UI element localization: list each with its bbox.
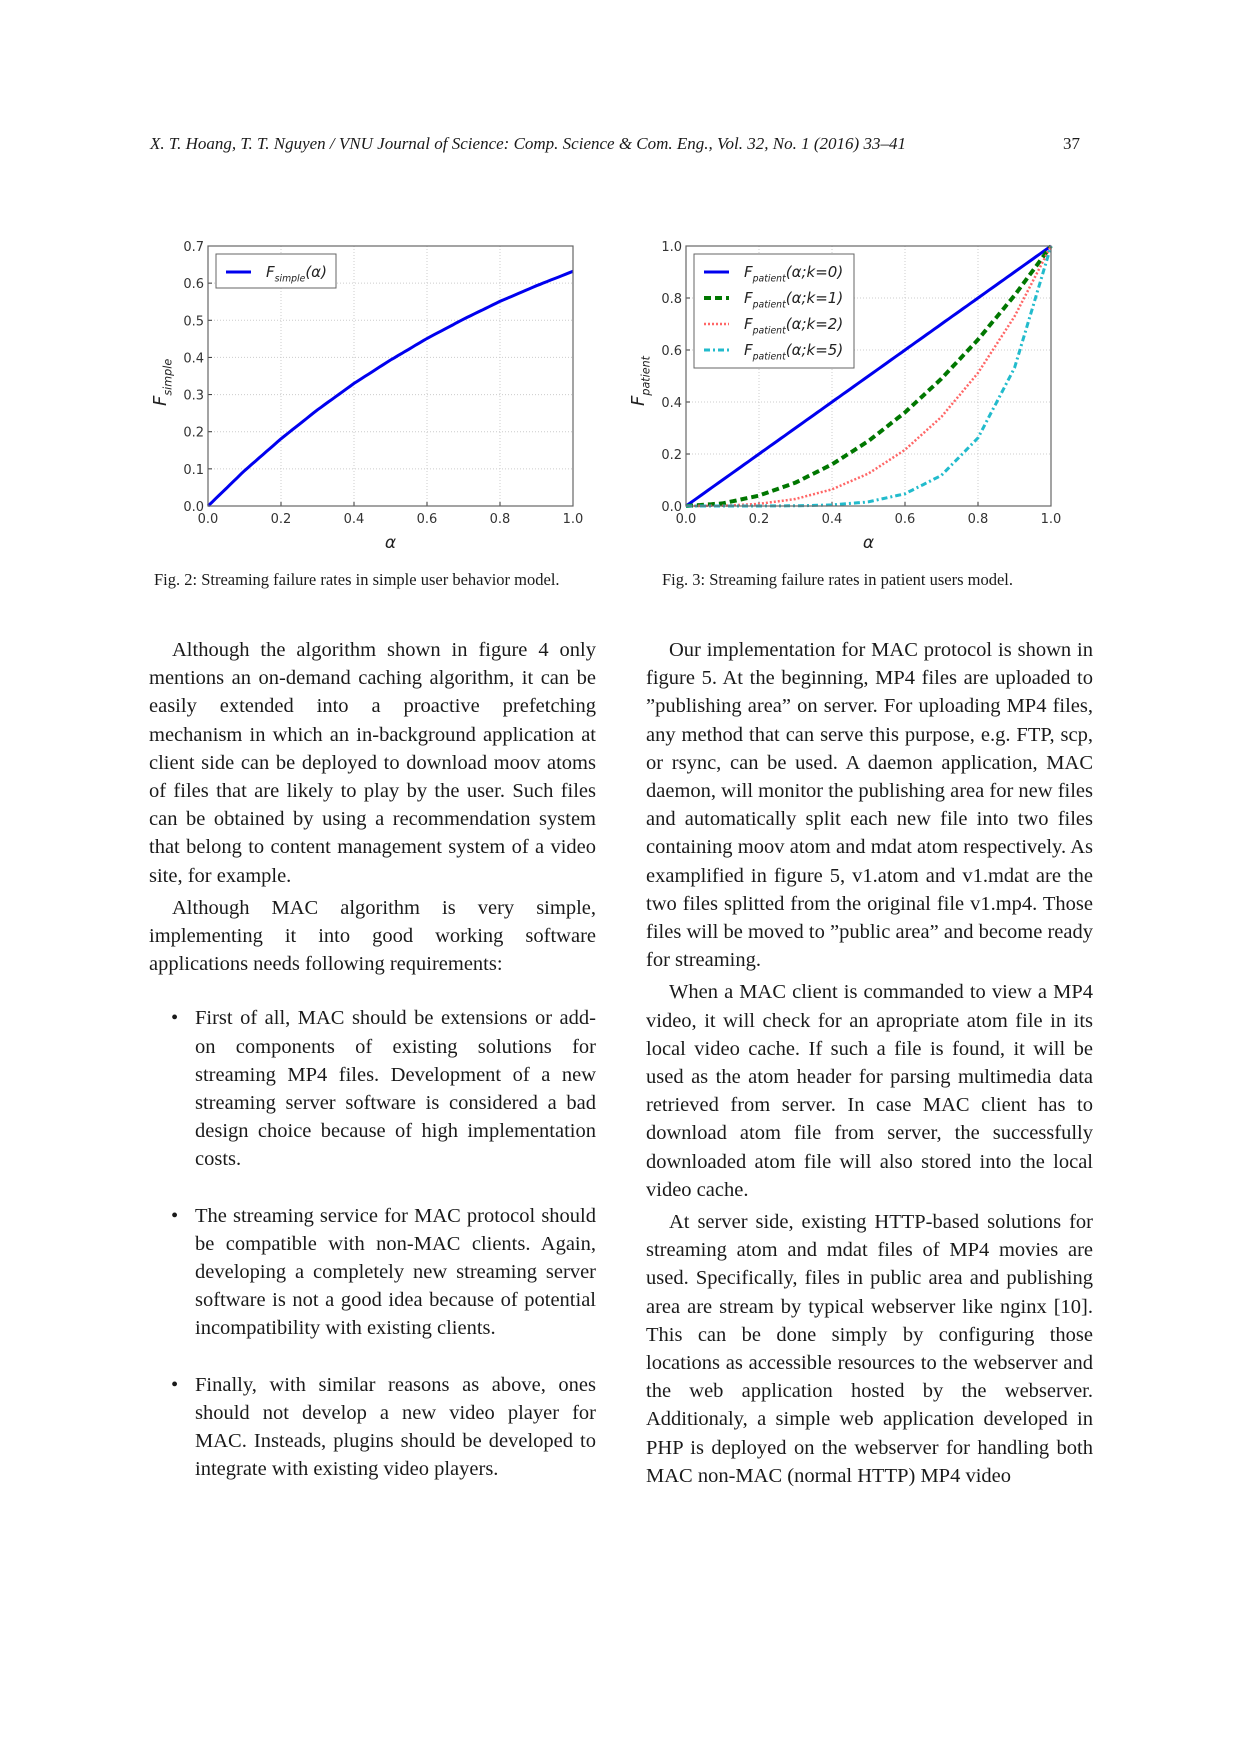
right-column: Our implementation for MAC protocol is s… bbox=[646, 636, 1093, 1494]
y-tick-label: 0.0 bbox=[661, 500, 682, 515]
x-axis-label: α bbox=[385, 533, 396, 553]
y-axis-label-text: Fpatient bbox=[628, 355, 652, 406]
x-axis-label: α bbox=[863, 533, 874, 553]
paragraph: At server side, existing HTTP-based solu… bbox=[646, 1211, 1093, 1487]
y-tick-label: 0.4 bbox=[183, 351, 204, 366]
y-axis-label: Fpatient bbox=[628, 355, 652, 406]
x-tick-label: 0.8 bbox=[490, 512, 511, 527]
x-tick-label: 1.0 bbox=[563, 512, 584, 527]
y-tick-label: 0.3 bbox=[183, 389, 204, 404]
page-number: 37 bbox=[1063, 134, 1080, 153]
figure-2: 0.0 0.2 0.4 0.6 0.8 1.0 0.0 0.1 0.2 0.3 0.4 0.5 0.6 0… bbox=[140, 225, 610, 560]
paragraph: When a MAC client is commanded to view a… bbox=[646, 981, 1093, 1201]
y-tick-label: 0.6 bbox=[183, 277, 204, 292]
figure-3: 0.0 0.2 0.4 0.6 0.8 1.0 0.0 0.2 0.4 0.6 0.8 1.0 Fpat… bbox=[618, 225, 1088, 560]
paragraph: Our implementation for MAC protocol is s… bbox=[646, 639, 1093, 972]
y-tick-label: 0.6 bbox=[661, 344, 682, 359]
x-tick-label: 0.2 bbox=[271, 512, 292, 527]
paragraph: Although the algorithm shown in figure 4… bbox=[149, 639, 596, 887]
y-tick-label: 0.8 bbox=[661, 292, 682, 307]
y-tick-label: 0.0 bbox=[183, 500, 204, 515]
list-item: The streaming service for MAC protocol s… bbox=[171, 1202, 596, 1343]
requirements-list: First of all, MAC should be extensions o… bbox=[149, 1004, 596, 1483]
running-header: X. T. Hoang, T. T. Nguyen / VNU Journal … bbox=[150, 134, 1080, 154]
series-line-0 bbox=[206, 269, 574, 508]
figure-2-caption: Fig. 2: Streaming failure rates in simpl… bbox=[154, 570, 560, 589]
figure-3-caption: Fig. 3: Streaming failure rates in patie… bbox=[662, 570, 1014, 589]
y-tick-label: 0.5 bbox=[183, 314, 204, 329]
y-tick-label: 0.4 bbox=[661, 396, 682, 411]
running-title: X. T. Hoang, T. T. Nguyen / VNU Journal … bbox=[150, 134, 906, 153]
y-tick-label: 0.1 bbox=[183, 463, 204, 478]
y-tick-label: 0.7 bbox=[183, 240, 204, 255]
x-tick-label: 0.8 bbox=[968, 512, 989, 527]
paragraph: Although MAC algorithm is very simple, i… bbox=[149, 896, 596, 976]
x-tick-label: 0.6 bbox=[895, 512, 916, 527]
left-column: Although the algorithm shown in figure 4… bbox=[149, 636, 596, 1511]
x-tick-label: 1.0 bbox=[1041, 512, 1062, 527]
y-tick-label: 1.0 bbox=[661, 240, 682, 255]
y-tick-label: 0.2 bbox=[661, 448, 682, 463]
x-tick-label: 0.4 bbox=[344, 512, 365, 527]
x-tick-label: 0.4 bbox=[822, 512, 843, 527]
y-axis-label-text: Fsimple bbox=[150, 359, 174, 406]
x-tick-label: 0.2 bbox=[749, 512, 770, 527]
x-tick-label: 0.6 bbox=[417, 512, 438, 527]
list-item: First of all, MAC should be extensions o… bbox=[171, 1004, 596, 1173]
y-axis-label: Fsimple bbox=[150, 359, 174, 406]
chart-simple: 0.0 0.2 0.4 0.6 0.8 1.00.00.10.20.30.40.50.60… bbox=[150, 240, 584, 553]
y-tick-label: 0.2 bbox=[183, 426, 204, 441]
chart-patient: 0.0 0.2 0.4 0.6 0.8 1.00.00.20.40.60.81.0Fpat… bbox=[628, 240, 1062, 553]
list-item: Finally, with similar reasons as above, … bbox=[171, 1371, 596, 1484]
